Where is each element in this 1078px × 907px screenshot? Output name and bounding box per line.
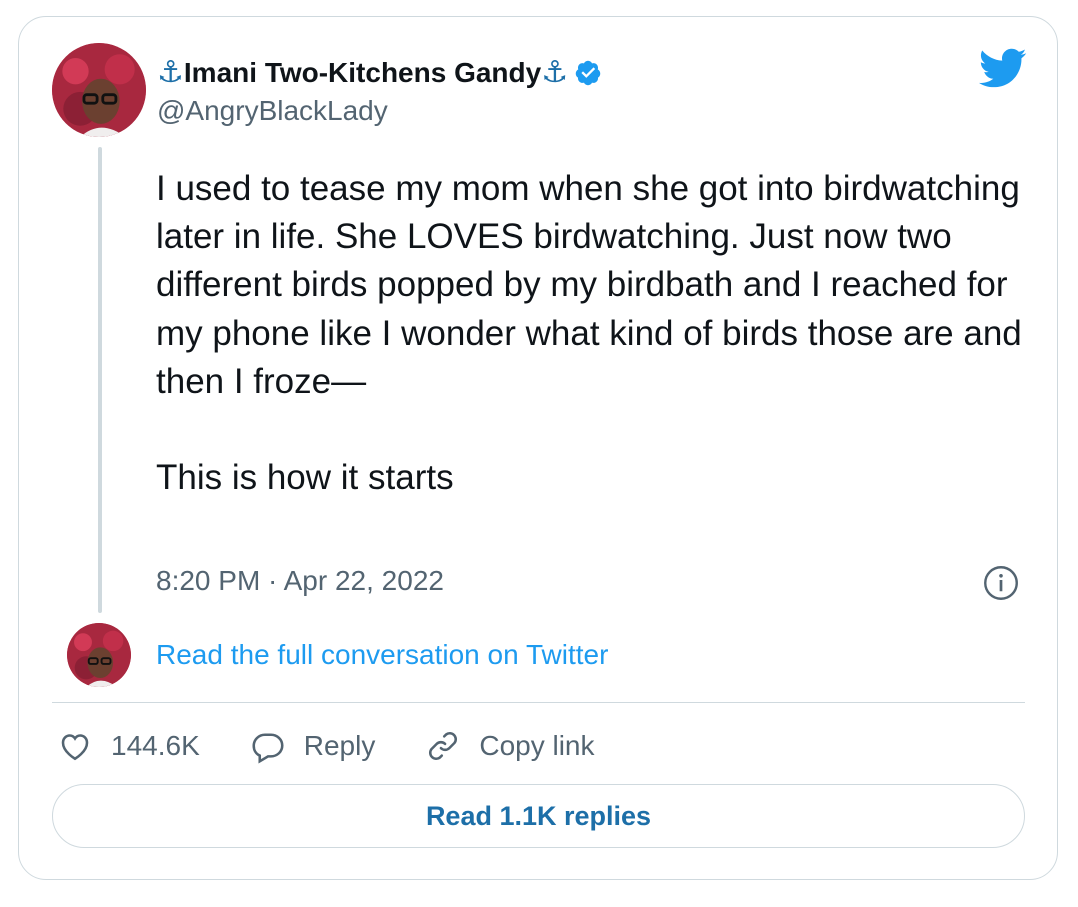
reply-label: Reply xyxy=(303,730,376,761)
verified-badge-icon xyxy=(575,60,601,86)
anchor-icon: ⚓ xyxy=(157,56,184,89)
read-conversation-link[interactable]: Read the full conversation on Twitter xyxy=(156,637,608,673)
link-icon xyxy=(429,731,458,761)
heart-icon xyxy=(61,734,89,761)
tweet-card: ⚓ Imani Two-Kitchens Gandy ⚓ @AngryBlack… xyxy=(18,16,1058,880)
tweet-text: I used to tease my mom when she got into… xyxy=(156,169,1022,498)
like-count: 144.6K xyxy=(111,730,200,761)
reply-bubble-icon xyxy=(252,733,284,764)
action-bar: 144.6K Reply Copy link xyxy=(57,726,645,766)
author-avatar[interactable] xyxy=(52,43,146,137)
thread-line xyxy=(98,147,102,613)
author-name-row[interactable]: ⚓ Imani Two-Kitchens Gandy ⚓ xyxy=(157,55,602,91)
reply-button[interactable]: Reply xyxy=(250,728,376,764)
divider xyxy=(52,702,1025,703)
author-display-name[interactable]: Imani Two-Kitchens Gandy xyxy=(184,55,541,91)
copy-link-button[interactable]: Copy link xyxy=(425,728,595,764)
like-button[interactable]: 144.6K xyxy=(57,728,200,764)
conversation-avatar[interactable] xyxy=(67,623,131,687)
anchor-icon: ⚓ xyxy=(541,56,569,89)
read-replies-label: Read 1.1K replies xyxy=(425,800,652,831)
info-icon[interactable] xyxy=(983,565,1019,601)
author-handle[interactable]: @AngryBlackLady xyxy=(157,93,388,129)
read-replies-button[interactable]: Read 1.1K replies xyxy=(52,784,1025,848)
twitter-bird-icon[interactable] xyxy=(977,47,1027,89)
tweet-timestamp[interactable]: 8:20 PM · Apr 22, 2022 xyxy=(156,563,444,599)
copy-link-label: Copy link xyxy=(479,730,595,761)
